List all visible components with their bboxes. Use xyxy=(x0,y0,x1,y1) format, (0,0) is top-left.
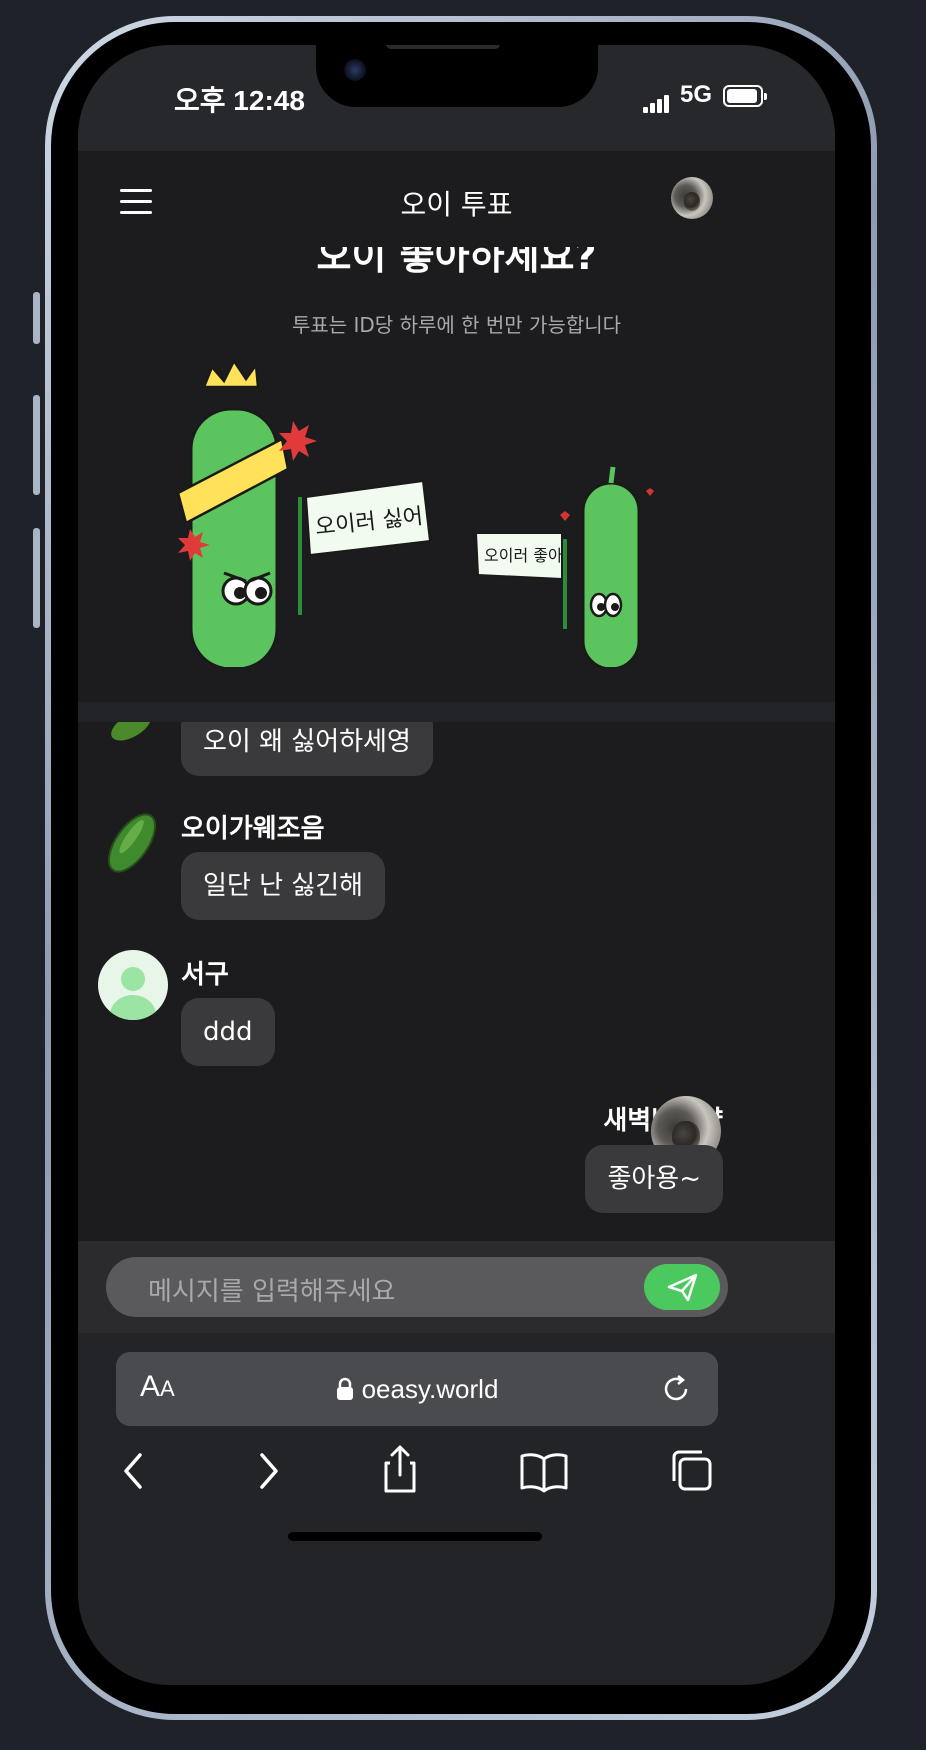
chat-bubble: 일단 난 싫긴해 xyxy=(181,852,386,920)
app-header: 오이 투표 xyxy=(78,151,835,247)
browser-nav-row xyxy=(78,1441,835,1511)
signal-icon xyxy=(643,93,673,113)
section-divider xyxy=(78,702,835,722)
url-label: oeasy.world xyxy=(361,1374,499,1404)
chat-panel: 오이 왜 싫어하세영 오이가웨조음 일단 난 싫긴해 서구 ddd 새벽냥냥냥 … xyxy=(78,722,835,1242)
home-indicator xyxy=(288,1532,542,1541)
happy-cucumber: 오이러 좋아 xyxy=(474,466,654,667)
chat-bubble: 오이 왜 싫어하세영 xyxy=(181,722,433,776)
chat-bubble: ddd xyxy=(181,998,275,1066)
profile-avatar[interactable] xyxy=(671,177,713,219)
address-bar[interactable]: AA oeasy.world xyxy=(116,1352,718,1426)
send-icon xyxy=(667,1273,698,1302)
forward-icon[interactable] xyxy=(238,1441,298,1501)
share-icon[interactable] xyxy=(370,1441,430,1501)
battery-icon xyxy=(723,85,767,107)
chat-bubble-mine: 좋아용~ xyxy=(585,1145,723,1213)
bookmarks-icon[interactable] xyxy=(514,1441,574,1501)
status-time: 오후 12:48 xyxy=(174,85,305,116)
send-button[interactable] xyxy=(644,1264,720,1310)
vote-section: 오이 좋아하세요? 투표는 ID당 하루에 한 번만 가능합니다 오이러 싫어 xyxy=(78,247,835,702)
silent-switch xyxy=(33,292,40,344)
cucumber-icon xyxy=(111,722,151,741)
network-label: 5G xyxy=(680,81,713,108)
url-text[interactable]: oeasy.world xyxy=(116,1374,718,1405)
chat-username: 서구 xyxy=(181,960,229,990)
vote-notice: 투표는 ID당 하루에 한 번만 가능합니다 xyxy=(291,313,622,337)
reload-icon[interactable] xyxy=(658,1371,694,1407)
chat-input-bar: 메시지를 입력해주세요 xyxy=(78,1241,835,1333)
phone-screen: 오후 12:48 5G 오이 투표 오이 좋아하세요? 투표는 ID당 하루에 … xyxy=(78,45,835,1685)
front-camera xyxy=(344,59,366,81)
volume-up-button xyxy=(33,395,40,495)
earpiece xyxy=(386,45,500,49)
angry-cucumber: 오이러 싫어 xyxy=(176,358,432,667)
vote-question: 오이 좋아하세요? xyxy=(316,247,597,278)
right-sign-text: 오이러 좋아 xyxy=(484,546,563,565)
back-icon[interactable] xyxy=(106,1441,166,1501)
browser-toolbar: AA oeasy.world xyxy=(78,1333,835,1685)
notch xyxy=(316,45,598,107)
tabs-icon[interactable] xyxy=(662,1441,722,1501)
cucumber-icon xyxy=(107,813,157,873)
default-user-icon xyxy=(98,950,168,1020)
chat-username: 오이가웨조음 xyxy=(181,814,325,844)
lock-icon xyxy=(336,1377,353,1400)
app-title: 오이 투표 xyxy=(400,188,513,221)
cucumber-illustration: 오이러 싫어 오이러 좋아 xyxy=(176,358,654,667)
volume-down-button xyxy=(33,528,40,628)
message-input[interactable]: 메시지를 입력해주세요 xyxy=(106,1257,728,1317)
message-placeholder: 메시지를 입력해주세요 xyxy=(148,1277,396,1307)
